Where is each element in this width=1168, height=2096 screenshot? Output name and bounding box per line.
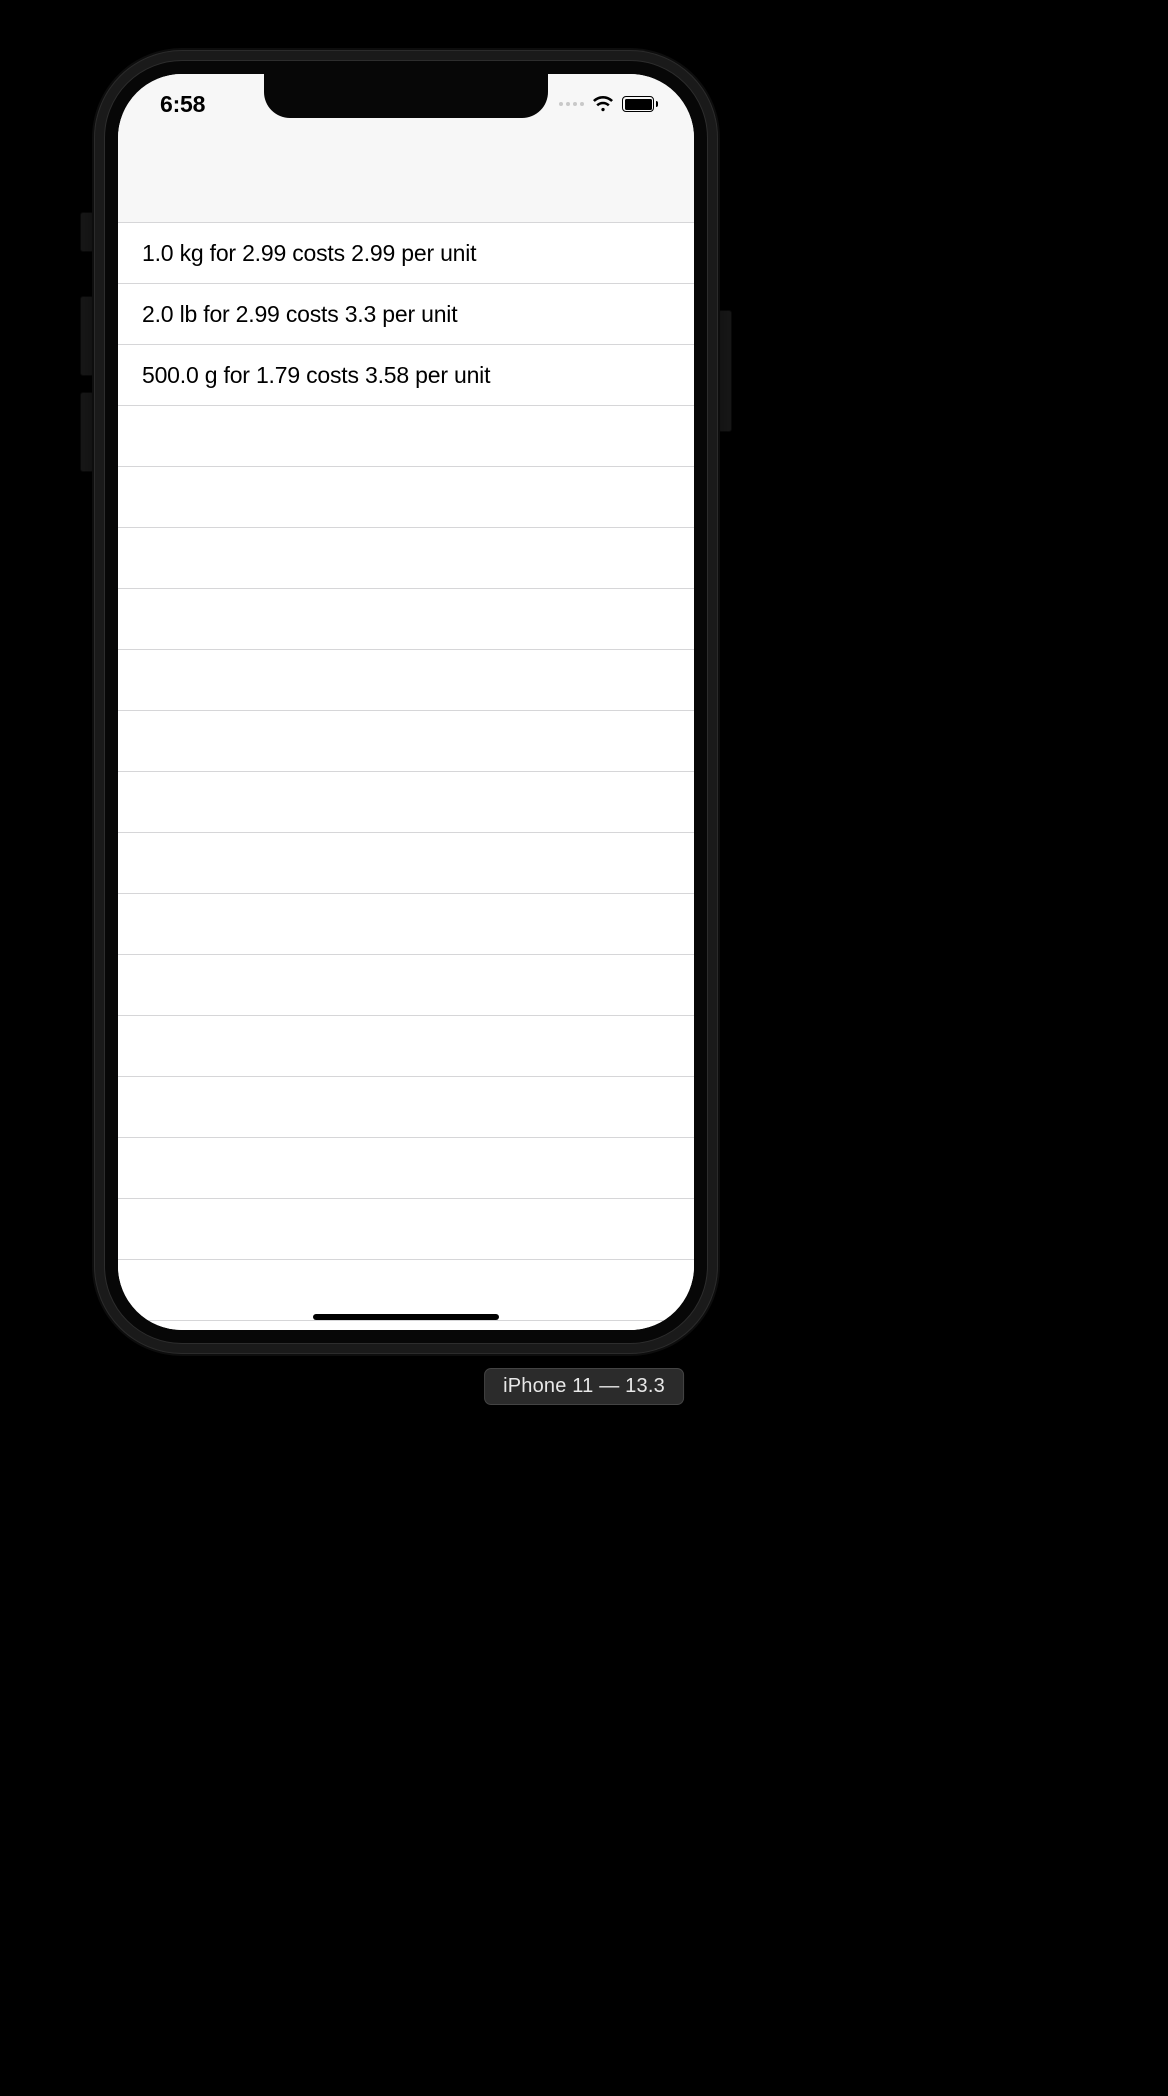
- table-row[interactable]: 500.0 g for 1.79 costs 3.58 per unit: [118, 345, 694, 406]
- table-row-empty: [118, 955, 694, 1016]
- table-row-empty: [118, 589, 694, 650]
- table-row-empty: [118, 772, 694, 833]
- battery-icon: [622, 96, 658, 112]
- power-button: [718, 310, 732, 432]
- simulator-caption: iPhone 11 — 13.3: [484, 1368, 684, 1405]
- table-row-empty: [118, 1321, 694, 1330]
- list-item-label: 1.0 kg for 2.99 costs 2.99 per unit: [142, 240, 476, 267]
- screen: 6:58 1.0 kg for 2.99 cos: [118, 74, 694, 1330]
- status-time: 6:58: [160, 91, 205, 118]
- volume-down-button: [80, 392, 94, 472]
- table-row-empty: [118, 1199, 694, 1260]
- table-row-empty: [118, 833, 694, 894]
- table-row-empty: [118, 406, 694, 467]
- list-item-label: 2.0 lb for 2.99 costs 3.3 per unit: [142, 301, 457, 328]
- table-row[interactable]: 2.0 lb for 2.99 costs 3.3 per unit: [118, 284, 694, 345]
- table-row-empty: [118, 1138, 694, 1199]
- table-row-empty: [118, 650, 694, 711]
- table-row-empty: [118, 1077, 694, 1138]
- table-row-empty: [118, 467, 694, 528]
- table-row-empty: [118, 711, 694, 772]
- navigation-bar: [118, 134, 694, 223]
- table-view[interactable]: 1.0 kg for 2.99 costs 2.99 per unit 2.0 …: [118, 223, 694, 1330]
- device-frame: 6:58 1.0 kg for 2.99 cos: [94, 50, 718, 1354]
- volume-up-button: [80, 296, 94, 376]
- table-row-empty: [118, 894, 694, 955]
- table-row[interactable]: 1.0 kg for 2.99 costs 2.99 per unit: [118, 223, 694, 284]
- table-row-empty: [118, 1260, 694, 1321]
- table-row-empty: [118, 1016, 694, 1077]
- status-indicators: [559, 96, 658, 112]
- notch: [264, 74, 548, 118]
- table-row-empty: [118, 528, 694, 589]
- cellular-icon: [559, 102, 584, 106]
- wifi-icon: [592, 96, 614, 112]
- home-indicator[interactable]: [313, 1314, 499, 1320]
- list-item-label: 500.0 g for 1.79 costs 3.58 per unit: [142, 362, 490, 389]
- mute-switch: [80, 212, 94, 252]
